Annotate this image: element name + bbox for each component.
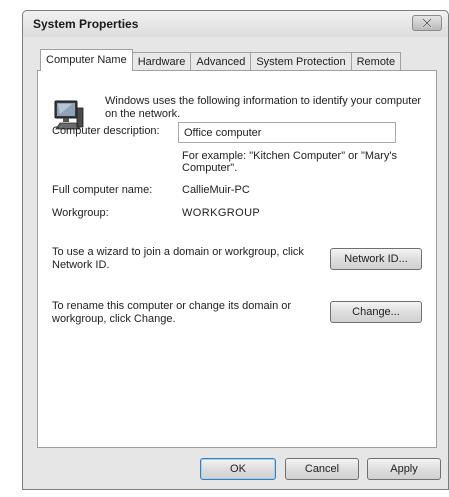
rename-text-line-2: workgroup, click Change. <box>52 313 176 325</box>
window-title: System Properties <box>33 17 139 31</box>
network-id-button[interactable]: Network ID... <box>330 248 422 270</box>
workgroup-value: WORKGROUP <box>182 207 261 219</box>
close-icon <box>421 18 433 28</box>
cancel-button[interactable]: Cancel <box>285 458 359 480</box>
description-label: Computer description: <box>52 125 160 137</box>
tab-remote[interactable]: Remote <box>350 52 402 71</box>
tab-strip: Computer Name Hardware Advanced System P… <box>40 49 402 71</box>
workgroup-label: Workgroup: <box>52 207 109 219</box>
intro-text-line-1: Windows uses the following information t… <box>105 95 422 107</box>
computer-description-input[interactable] <box>178 122 396 143</box>
wizard-text-line-1: To use a wizard to join a domain or work… <box>52 246 304 258</box>
apply-button[interactable]: Apply <box>367 458 441 480</box>
example-text-line-2: Computer". <box>182 162 238 174</box>
change-button[interactable]: Change... <box>330 301 422 323</box>
full-computer-name-label: Full computer name: <box>52 184 153 196</box>
title-bar[interactable]: System Properties <box>23 11 448 37</box>
system-properties-window: System Properties Computer Name Hardware… <box>22 10 449 490</box>
full-computer-name-value: CallieMuir-PC <box>182 184 250 196</box>
tab-advanced[interactable]: Advanced <box>190 52 252 71</box>
tab-computer-name[interactable]: Computer Name <box>40 49 133 71</box>
ok-button[interactable]: OK <box>200 458 276 480</box>
tab-hardware[interactable]: Hardware <box>131 52 192 71</box>
close-button[interactable] <box>412 15 442 31</box>
rename-text-line-1: To rename this computer or change its do… <box>52 300 292 312</box>
wizard-text-line-2: Network ID. <box>52 259 110 271</box>
tab-system-protection[interactable]: System Protection <box>250 52 352 71</box>
intro-text-line-2: on the network. <box>105 108 181 120</box>
example-text-line-1: For example: "Kitchen Computer" or "Mary… <box>182 150 397 162</box>
computer-name-panel: Windows uses the following information t… <box>37 70 437 448</box>
